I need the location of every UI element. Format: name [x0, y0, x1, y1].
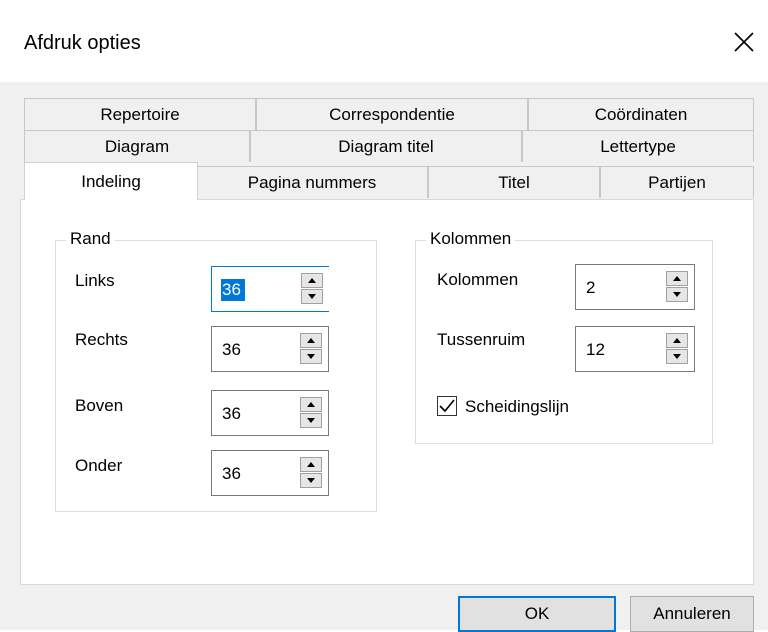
onder-spin-buttons [300, 457, 322, 489]
boven-spin-down[interactable] [300, 413, 322, 428]
tab-coordinaten[interactable]: Coördinaten [528, 98, 754, 130]
tab-partijen[interactable]: Partijen [600, 166, 754, 198]
tab-panel-indeling: Rand Links 36 Rechts 36 Boven 36 Onder 3… [20, 199, 754, 585]
kolommen-label: Kolommen [437, 270, 519, 289]
scheidingslijn-label[interactable]: Scheidingslijn [465, 397, 569, 417]
rechts-value[interactable]: 36 [222, 339, 241, 361]
tussenruimte-spin-down[interactable] [666, 349, 688, 364]
kolommen-legend: Kolommen [426, 228, 516, 250]
close-icon [734, 32, 754, 52]
scheidingslijn-checkbox[interactable] [437, 396, 457, 416]
tussenruimte-spin-buttons [666, 333, 688, 365]
links-spin-down[interactable] [301, 289, 323, 304]
tab-lettertype[interactable]: Lettertype [522, 130, 754, 162]
rechts-spin-up[interactable] [300, 333, 322, 348]
tab-pagina-nummers[interactable]: Pagina nummers [196, 166, 428, 198]
checkmark-icon [439, 399, 455, 413]
tussenruimte-spin-up[interactable] [666, 333, 688, 348]
tab-row-2: Diagram Diagram titel Lettertype [24, 130, 754, 162]
onder-label: Onder [75, 456, 123, 475]
cancel-button[interactable]: Annuleren [630, 596, 754, 632]
links-spin-buttons [301, 273, 323, 305]
tab-correspondentie[interactable]: Correspondentie [256, 98, 528, 130]
links-label: Links [75, 271, 115, 290]
kolommen-value[interactable]: 2 [586, 277, 595, 299]
tab-row-1: Repertoire Correspondentie Coördinaten [24, 98, 754, 130]
tab-repertoire[interactable]: Repertoire [24, 98, 256, 130]
ok-button[interactable]: OK [458, 596, 616, 632]
rechts-spin-down[interactable] [300, 349, 322, 364]
rechts-spin-buttons [300, 333, 322, 365]
arrow-up-icon [673, 276, 681, 281]
arrow-up-icon [673, 338, 681, 343]
tussenruimte-spinner[interactable]: 12 [575, 326, 695, 372]
rand-legend: Rand [66, 228, 115, 250]
tussenruimte-value[interactable]: 12 [586, 339, 605, 361]
tussenruimte-label: Tussenruim [437, 330, 526, 349]
title-bar: Afdruk opties [0, 0, 768, 82]
print-options-dialog: Afdruk opties Repertoire Correspondentie… [0, 0, 768, 632]
boven-spin-buttons [300, 397, 322, 429]
onder-value[interactable]: 36 [222, 463, 241, 485]
boven-label: Boven [75, 396, 124, 415]
kolommen-spinner[interactable]: 2 [575, 264, 695, 310]
dialog-title: Afdruk opties [24, 32, 141, 54]
arrow-up-icon [308, 278, 316, 283]
arrow-down-icon [307, 418, 315, 423]
onder-spin-up[interactable] [300, 457, 322, 472]
rechts-spinner[interactable]: 36 [211, 326, 329, 372]
boven-spinner[interactable]: 36 [211, 390, 329, 436]
arrow-down-icon [308, 294, 316, 299]
links-spinner[interactable]: 36 [211, 266, 329, 312]
arrow-down-icon [673, 354, 681, 359]
kolommen-spin-buttons [666, 271, 688, 303]
boven-spin-up[interactable] [300, 397, 322, 412]
arrow-down-icon [673, 292, 681, 297]
arrow-down-icon [307, 354, 315, 359]
kolommen-spin-down[interactable] [666, 287, 688, 302]
arrow-up-icon [307, 462, 315, 467]
close-button[interactable] [724, 22, 764, 62]
arrow-up-icon [307, 338, 315, 343]
arrow-up-icon [307, 402, 315, 407]
tab-diagram-titel[interactable]: Diagram titel [250, 130, 522, 162]
links-spin-up[interactable] [301, 273, 323, 288]
arrow-down-icon [307, 478, 315, 483]
tab-indeling[interactable]: Indeling [24, 162, 198, 200]
tab-titel[interactable]: Titel [428, 166, 600, 198]
onder-spin-down[interactable] [300, 473, 322, 488]
tab-diagram[interactable]: Diagram [24, 130, 250, 162]
links-value[interactable]: 36 [221, 279, 245, 301]
kolommen-spin-up[interactable] [666, 271, 688, 286]
boven-value[interactable]: 36 [222, 403, 241, 425]
onder-spinner[interactable]: 36 [211, 450, 329, 496]
rechts-label: Rechts [75, 330, 128, 349]
